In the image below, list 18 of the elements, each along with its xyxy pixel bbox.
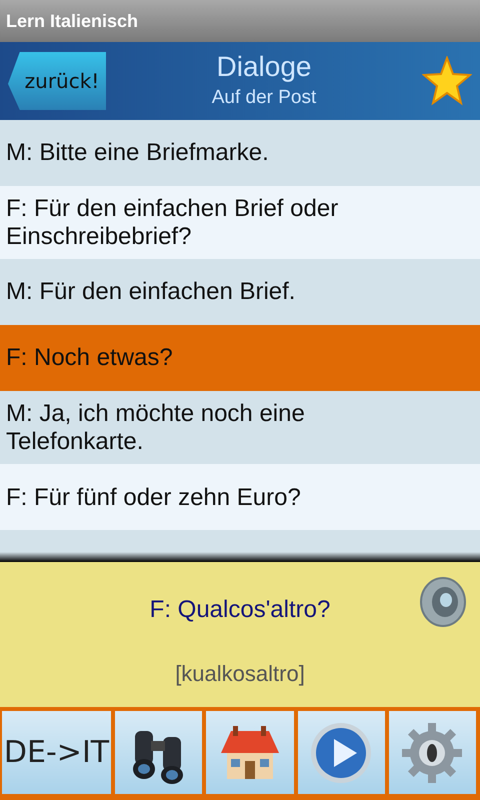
speaker-icon[interactable]	[418, 576, 468, 628]
binoculars-button[interactable]	[115, 711, 202, 794]
app-title: Lern Italienisch	[6, 10, 138, 32]
dialogue-row[interactable]: F: Für fünf oder zehn Euro?	[0, 464, 480, 530]
play-icon	[309, 720, 374, 784]
dialogue-row[interactable]: F: Noch etwas?	[0, 325, 480, 392]
screen-subtitle: Auf der Post	[210, 86, 318, 110]
screen-title: Dialoge	[216, 50, 312, 84]
star-icon[interactable]	[422, 56, 472, 106]
language-direction-button[interactable]: DE->IT	[2, 711, 112, 794]
translation-text: F: Qualcos'altro?	[150, 594, 330, 624]
dialogue-row[interactable]: F: Für den einfachen Brief oder Einschreibebrief?	[0, 186, 480, 260]
play-button[interactable]	[298, 711, 385, 794]
back-button[interactable]: zurück!	[8, 52, 106, 110]
pronunciation-text: [kualkosaltro]	[175, 661, 305, 686]
settings-button[interactable]	[388, 711, 476, 794]
settings-icon	[400, 720, 464, 784]
house-button[interactable]	[206, 711, 294, 794]
